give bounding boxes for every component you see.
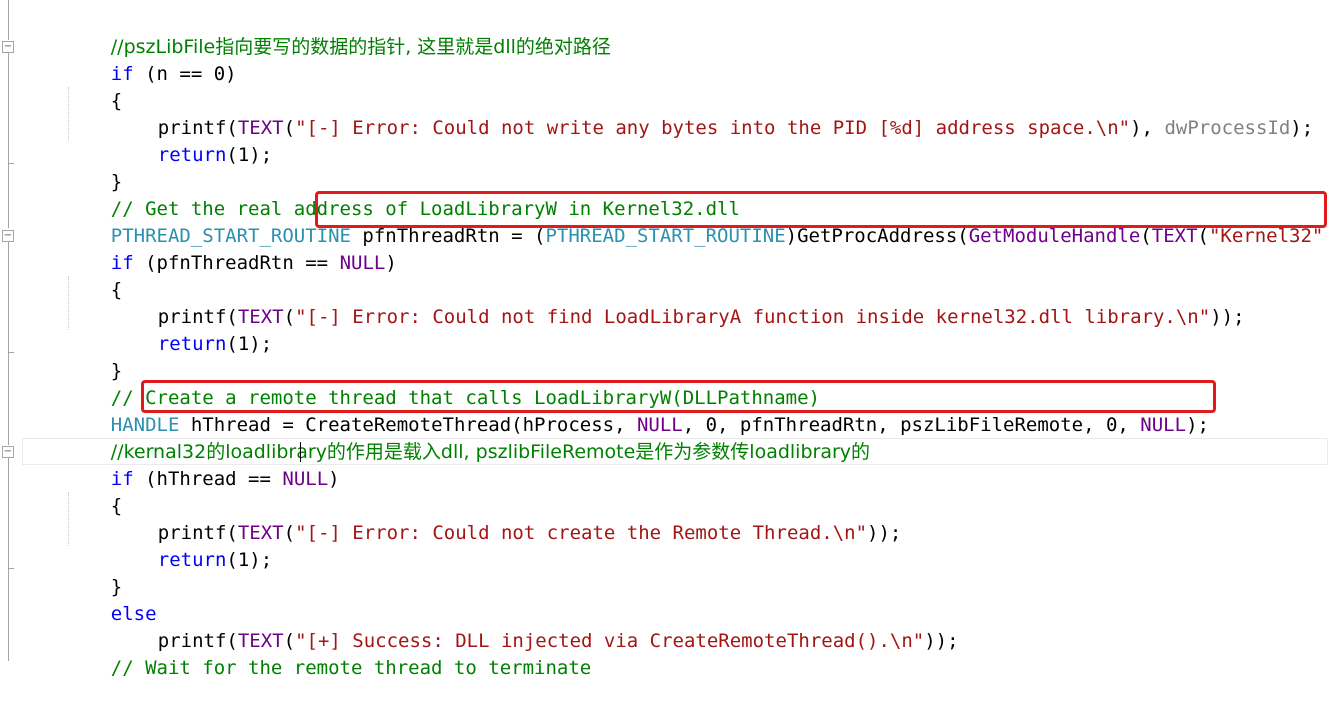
- string-literal: "[-] Error: Could not create the Remote …: [295, 522, 868, 544]
- outline-line: [8, 242, 9, 445]
- code-text: );: [1186, 414, 1209, 436]
- code-line[interactable]: }: [65, 331, 122, 382]
- macro: NULL: [282, 468, 329, 490]
- macro: GetModuleHandle: [968, 225, 1141, 247]
- code-editor[interactable]: − − − //pszLibFile指向要写的数据的指针, 这里就是dll的绝对…: [0, 0, 1328, 679]
- code-text: );: [1290, 117, 1314, 139]
- string-literal: "Kernel32": [1208, 225, 1324, 247]
- code-text: ): [328, 468, 340, 490]
- annotation-highlight-box: [141, 380, 1216, 413]
- code-line[interactable]: {: [65, 466, 122, 517]
- code-line[interactable]: if (hThread == NULL): [65, 439, 340, 490]
- annotation-highlight-box: [315, 191, 1327, 228]
- code-text: ));: [1210, 306, 1245, 328]
- macro: TEXT: [1151, 225, 1198, 247]
- code-text: (: [283, 117, 296, 139]
- string-literal: "[-] Error: Could not write any bytes in…: [295, 117, 1131, 139]
- outline-line: [8, 53, 9, 228]
- outline-gutter: − − −: [0, 0, 22, 661]
- code-text: (: [1197, 225, 1209, 247]
- code-line[interactable]: printf(TEXT("[-] Error: Could not create…: [112, 493, 902, 544]
- code-text: (1);: [226, 333, 273, 355]
- code-text: ): [385, 252, 397, 274]
- text-caret: [300, 442, 301, 462]
- code-line[interactable]: }: [65, 547, 122, 598]
- code-text: (1);: [226, 549, 273, 571]
- code-text: (: [1140, 225, 1152, 247]
- keyword: return: [157, 144, 227, 166]
- code-line[interactable]: printf(TEXT("[-] Error: Could not write …: [112, 88, 1313, 139]
- string-literal: "[-] Error: Could not find LoadLibraryA …: [295, 306, 1211, 328]
- code-line[interactable]: //kernal32的loadlibrary的作用是载入dll, pszlibF…: [65, 412, 870, 463]
- code-line[interactable]: }: [65, 142, 122, 193]
- code-line[interactable]: return(1);: [112, 520, 272, 571]
- code-line[interactable]: return(1);: [112, 115, 272, 166]
- code-line[interactable]: if (n == 0): [65, 34, 237, 85]
- fold-end-marker: [8, 352, 14, 353]
- collapse-icon[interactable]: −: [2, 230, 14, 242]
- code-line[interactable]: {: [65, 250, 122, 301]
- macro: NULL: [339, 252, 386, 274]
- code-line[interactable]: {: [65, 61, 122, 112]
- code-line[interactable]: else: [65, 574, 157, 625]
- collapse-icon[interactable]: −: [2, 41, 14, 53]
- parameter: dwProcessId: [1164, 117, 1291, 139]
- code-line[interactable]: printf(TEXT("[+] Success: DLL injected v…: [112, 601, 959, 652]
- code-text: (: [283, 522, 296, 544]
- code-line[interactable]: printf(TEXT("[-] Error: Could not find L…: [112, 277, 1245, 328]
- code-text: (pfnThreadRtn ==: [133, 252, 340, 274]
- fold-end-marker: [8, 568, 14, 569]
- keyword: return: [157, 549, 227, 571]
- keyword: return: [157, 333, 227, 355]
- comment: // Wait for the remote thread to termina…: [110, 657, 592, 679]
- macro: NULL: [1140, 414, 1187, 436]
- outline-line: [8, 0, 9, 40]
- code-text: (1);: [226, 144, 273, 166]
- code-line[interactable]: //pszLibFile指向要写的数据的指针, 这里就是dll的绝对路径: [65, 7, 611, 58]
- code-line[interactable]: // Wait for the remote thread to termina…: [65, 628, 591, 679]
- code-text: (n == 0): [133, 63, 237, 85]
- code-text: ),: [1130, 117, 1165, 139]
- collapse-icon[interactable]: −: [2, 446, 14, 458]
- code-line[interactable]: return(1);: [112, 304, 272, 355]
- code-text: ));: [867, 522, 902, 544]
- code-text: (hThread ==: [133, 468, 283, 490]
- code-text: (: [283, 306, 296, 328]
- code-text: )GetProcAddress(: [785, 225, 969, 247]
- outline-line: [8, 458, 9, 661]
- code-text: ));: [924, 630, 959, 652]
- type-name: PTHREAD_START_ROUTINE: [545, 225, 786, 247]
- fold-end-marker: [8, 163, 14, 164]
